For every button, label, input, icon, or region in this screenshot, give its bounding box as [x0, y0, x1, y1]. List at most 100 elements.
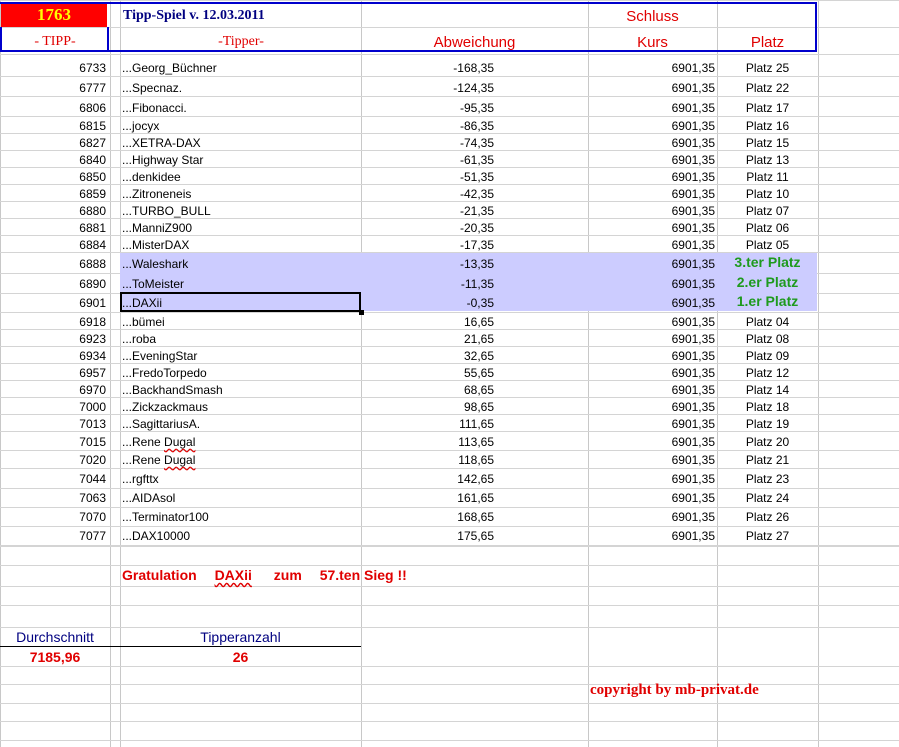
kurs-cell[interactable]: 6901,35 — [588, 169, 715, 186]
platz-cell[interactable]: Platz 16 — [717, 118, 818, 135]
kurs-cell[interactable]: 6901,35 — [588, 348, 715, 365]
tipp-cell[interactable]: 7000 — [0, 399, 106, 416]
platz-cell[interactable]: 3.ter Platz — [717, 254, 818, 271]
kurs-cell[interactable]: 6901,35 — [588, 220, 715, 237]
tipper-name-cell[interactable]: ...Highway Star — [122, 152, 358, 169]
tipp-cell[interactable]: 6884 — [0, 237, 106, 254]
tipper-name-cell[interactable]: ...Georg_Büchner — [122, 60, 358, 77]
platz-cell[interactable]: Platz 20 — [717, 434, 818, 451]
tipp-cell[interactable]: 6733 — [0, 60, 106, 77]
tipper-name-cell[interactable]: ...ManniZ900 — [122, 220, 358, 237]
platz-cell[interactable]: Platz 19 — [717, 416, 818, 433]
abweichung-cell[interactable]: -168,35 — [361, 60, 494, 77]
tipper-name-cell[interactable]: ...SagittariusA. — [122, 416, 358, 433]
platz-cell[interactable]: Platz 07 — [717, 203, 818, 220]
kurs-cell[interactable]: 6901,35 — [588, 382, 715, 399]
abweichung-cell[interactable]: 32,65 — [361, 348, 494, 365]
selection-handle[interactable] — [359, 310, 364, 315]
platz-cell[interactable]: Platz 06 — [717, 220, 818, 237]
platz-cell[interactable]: Platz 05 — [717, 237, 818, 254]
platz-cell[interactable]: Platz 18 — [717, 399, 818, 416]
selected-cell[interactable] — [120, 292, 361, 312]
tipp-cell[interactable]: 6923 — [0, 331, 106, 348]
kurs-cell[interactable]: 6901,35 — [588, 528, 715, 545]
abweichung-cell[interactable]: -86,35 — [361, 118, 494, 135]
tipp-cell[interactable]: 6901 — [0, 295, 106, 312]
platz-cell[interactable]: Platz 23 — [717, 471, 818, 488]
tipper-name-cell[interactable]: ...AIDAsol — [122, 490, 358, 507]
kurs-cell[interactable]: 6901,35 — [588, 256, 715, 273]
kurs-cell[interactable]: 6901,35 — [588, 80, 715, 97]
tipper-name-cell[interactable]: ...Waleshark — [122, 256, 358, 273]
kurs-cell[interactable]: 6901,35 — [588, 100, 715, 117]
tipper-name-cell[interactable]: ...BackhandSmash — [122, 382, 358, 399]
platz-cell[interactable]: Platz 24 — [717, 490, 818, 507]
kurs-cell[interactable]: 6901,35 — [588, 276, 715, 293]
platz-cell[interactable]: Platz 14 — [717, 382, 818, 399]
abweichung-cell[interactable]: -0,35 — [361, 295, 494, 312]
tipp-cell[interactable]: 6850 — [0, 169, 106, 186]
kurs-cell[interactable]: 6901,35 — [588, 399, 715, 416]
tipp-cell[interactable]: 7020 — [0, 452, 106, 469]
platz-cell[interactable]: Platz 15 — [717, 135, 818, 152]
kurs-cell[interactable]: 6901,35 — [588, 203, 715, 220]
tipp-cell[interactable]: 6934 — [0, 348, 106, 365]
kurs-cell[interactable]: 6901,35 — [588, 237, 715, 254]
abweichung-cell[interactable]: -51,35 — [361, 169, 494, 186]
tipp-cell[interactable]: 6918 — [0, 314, 106, 331]
platz-cell[interactable]: Platz 10 — [717, 186, 818, 203]
platz-cell[interactable]: 1.er Platz — [717, 293, 818, 310]
tipper-name-cell[interactable]: ...bümei — [122, 314, 358, 331]
abweichung-cell[interactable]: -11,35 — [361, 276, 494, 293]
kurs-cell[interactable]: 6901,35 — [588, 314, 715, 331]
tipper-name-cell[interactable]: ...rgfttx — [122, 471, 358, 488]
tipper-name-cell[interactable]: ...Fibonacci. — [122, 100, 358, 117]
abweichung-cell[interactable]: -17,35 — [361, 237, 494, 254]
abweichung-cell[interactable]: -95,35 — [361, 100, 494, 117]
tipp-cell[interactable]: 6957 — [0, 365, 106, 382]
kurs-cell[interactable]: 6901,35 — [588, 471, 715, 488]
kurs-cell[interactable]: 6901,35 — [588, 295, 715, 312]
tipper-name-cell[interactable]: ...Zickzackmaus — [122, 399, 358, 416]
tipper-name-cell[interactable]: ...DAX10000 — [122, 528, 358, 545]
tipp-cell[interactable]: 6881 — [0, 220, 106, 237]
tipper-name-cell[interactable]: ...Rene Dugal — [122, 434, 358, 451]
kurs-cell[interactable]: 6901,35 — [588, 509, 715, 526]
tipper-name-cell[interactable]: ...Specnaz. — [122, 80, 358, 97]
kurs-cell[interactable]: 6901,35 — [588, 135, 715, 152]
kurs-cell[interactable]: 6901,35 — [588, 434, 715, 451]
abweichung-cell[interactable]: -13,35 — [361, 256, 494, 273]
kurs-cell[interactable]: 6901,35 — [588, 452, 715, 469]
tipper-name-cell[interactable]: ...FredoTorpedo — [122, 365, 358, 382]
platz-cell[interactable]: Platz 22 — [717, 80, 818, 97]
tipp-cell[interactable]: 6827 — [0, 135, 106, 152]
tipp-cell[interactable]: 7077 — [0, 528, 106, 545]
abweichung-cell[interactable]: -21,35 — [361, 203, 494, 220]
abweichung-cell[interactable]: 16,65 — [361, 314, 494, 331]
platz-cell[interactable]: Platz 08 — [717, 331, 818, 348]
abweichung-cell[interactable]: 118,65 — [361, 452, 494, 469]
kurs-cell[interactable]: 6901,35 — [588, 490, 715, 507]
tipp-cell[interactable]: 6777 — [0, 80, 106, 97]
tipp-cell[interactable]: 7013 — [0, 416, 106, 433]
tipper-name-cell[interactable]: ...XETRA-DAX — [122, 135, 358, 152]
tipper-name-cell[interactable]: ...MisterDAX — [122, 237, 358, 254]
kurs-cell[interactable]: 6901,35 — [588, 365, 715, 382]
tipper-name-cell[interactable]: ...denkidee — [122, 169, 358, 186]
tipp-cell[interactable]: 6970 — [0, 382, 106, 399]
tipp-cell[interactable]: 7070 — [0, 509, 106, 526]
tipper-name-cell[interactable]: ...TURBO_BULL — [122, 203, 358, 220]
abweichung-cell[interactable]: 98,65 — [361, 399, 494, 416]
tipp-cell[interactable]: 6890 — [0, 276, 106, 293]
tipp-cell[interactable]: 7015 — [0, 434, 106, 451]
tipp-cell[interactable]: 6859 — [0, 186, 106, 203]
abweichung-cell[interactable]: 175,65 — [361, 528, 494, 545]
platz-cell[interactable]: Platz 25 — [717, 60, 818, 77]
tipper-name-cell[interactable]: ...Terminator100 — [122, 509, 358, 526]
abweichung-cell[interactable]: 68,65 — [361, 382, 494, 399]
kurs-cell[interactable]: 6901,35 — [588, 331, 715, 348]
kurs-cell[interactable]: 6901,35 — [588, 118, 715, 135]
tipper-name-cell[interactable]: ...ToMeister — [122, 276, 358, 293]
kurs-cell[interactable]: 6901,35 — [588, 152, 715, 169]
platz-cell[interactable]: Platz 27 — [717, 528, 818, 545]
